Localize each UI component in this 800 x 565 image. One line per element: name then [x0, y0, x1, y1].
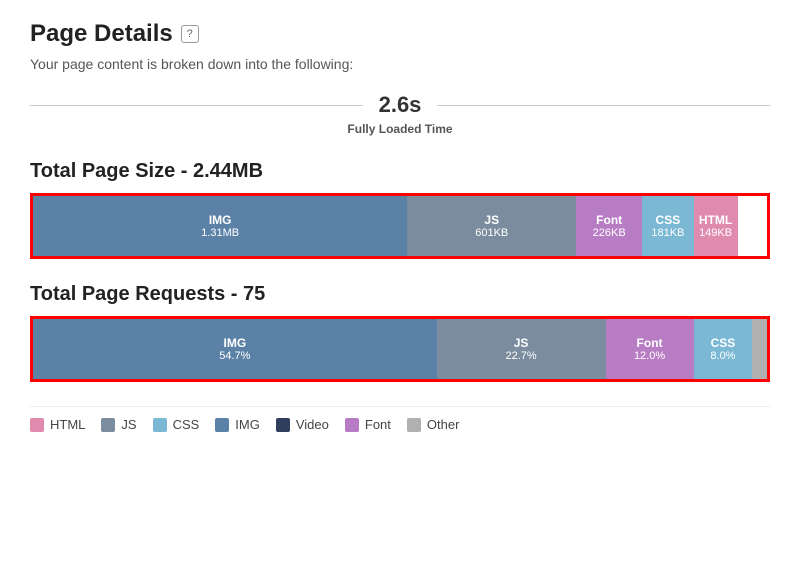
- size-bar-segment: Font226KB: [576, 196, 642, 256]
- requests-bar-segment: IMG54.7%: [33, 319, 437, 379]
- seg-value: 149KB: [699, 227, 732, 239]
- requests-bar-segment: Font12.0%: [606, 319, 694, 379]
- subtitle: Your page content is broken down into th…: [30, 56, 770, 72]
- requests-bar-segment: [752, 319, 767, 379]
- size-bar-segment: HTML149KB: [694, 196, 738, 256]
- size-bar-wrapper: IMG1.31MBJS601KBFont226KBCSS181KBHTML149…: [30, 193, 770, 259]
- seg-label: HTML: [699, 213, 732, 227]
- requests-section-title: Total Page Requests - 75: [30, 283, 770, 306]
- legend-color: [345, 418, 359, 432]
- requests-bar-chart: IMG54.7%JS22.7%Font12.0%CSS8.0%: [33, 319, 767, 379]
- legend-item: Other: [407, 417, 460, 432]
- size-bar-chart: IMG1.31MBJS601KBFont226KBCSS181KBHTML149…: [33, 196, 767, 256]
- page-title-row: Page Details ?: [30, 20, 770, 48]
- timer-value: 2.6s: [363, 92, 438, 118]
- requests-bar-wrapper: IMG54.7%JS22.7%Font12.0%CSS8.0%: [30, 316, 770, 382]
- seg-label: JS: [514, 336, 529, 350]
- requests-bar-segment: CSS8.0%: [694, 319, 753, 379]
- timer-line-left: [30, 105, 363, 106]
- legend-color: [215, 418, 229, 432]
- timer-line-right: [437, 105, 770, 106]
- help-badge[interactable]: ?: [181, 25, 199, 43]
- legend-color: [153, 418, 167, 432]
- seg-value: 181KB: [651, 227, 684, 239]
- legend-item: Video: [276, 417, 329, 432]
- seg-label: IMG: [209, 213, 232, 227]
- legend-item: Font: [345, 417, 391, 432]
- seg-label: JS: [484, 213, 499, 227]
- legend-label: CSS: [173, 417, 200, 432]
- legend-label: IMG: [235, 417, 260, 432]
- legend-color: [101, 418, 115, 432]
- seg-label: CSS: [656, 213, 681, 227]
- seg-label: CSS: [711, 336, 736, 350]
- seg-value: 226KB: [593, 227, 626, 239]
- seg-value: 1.31MB: [201, 227, 239, 239]
- requests-bar-segment: JS22.7%: [437, 319, 606, 379]
- legend-item: CSS: [153, 417, 200, 432]
- legend-label: HTML: [50, 417, 85, 432]
- seg-value: 601KB: [475, 227, 508, 239]
- legend-item: JS: [101, 417, 136, 432]
- size-bar-segment: CSS181KB: [642, 196, 693, 256]
- legend-item: HTML: [30, 417, 85, 432]
- size-bar-segment: IMG1.31MB: [33, 196, 407, 256]
- page-title: Page Details: [30, 20, 173, 48]
- legend-label: Font: [365, 417, 391, 432]
- legend: HTML JS CSS IMG Video Font Other: [30, 406, 770, 432]
- timer-row: 2.6s: [30, 92, 770, 118]
- legend-item: IMG: [215, 417, 260, 432]
- seg-value: 54.7%: [219, 350, 250, 362]
- legend-label: Other: [427, 417, 460, 432]
- seg-label: Font: [637, 336, 663, 350]
- seg-label: IMG: [224, 336, 247, 350]
- legend-color: [276, 418, 290, 432]
- timer-label: Fully Loaded Time: [30, 122, 770, 136]
- legend-label: JS: [121, 417, 136, 432]
- legend-label: Video: [296, 417, 329, 432]
- seg-value: 22.7%: [505, 350, 536, 362]
- size-bar-segment: JS601KB: [407, 196, 576, 256]
- legend-color: [30, 418, 44, 432]
- legend-color: [407, 418, 421, 432]
- seg-value: 12.0%: [634, 350, 665, 362]
- size-section-title: Total Page Size - 2.44MB: [30, 160, 770, 183]
- seg-value: 8.0%: [710, 350, 735, 362]
- seg-label: Font: [596, 213, 622, 227]
